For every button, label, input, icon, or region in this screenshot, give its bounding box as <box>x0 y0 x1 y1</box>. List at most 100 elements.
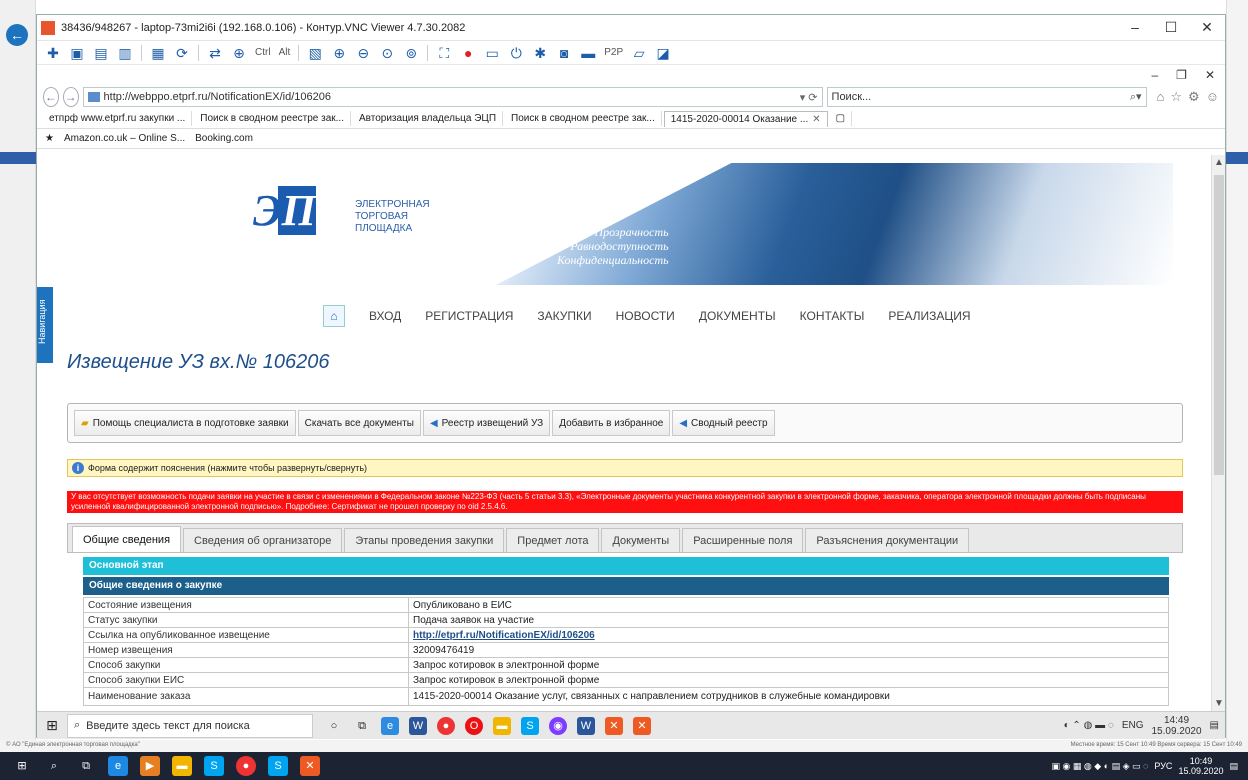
menu-item-news[interactable]: НОВОСТИ <box>616 309 675 323</box>
skype-app-icon[interactable]: S <box>204 756 224 776</box>
monitor-icon[interactable]: ▭ <box>482 44 502 62</box>
host-notifications-icon[interactable]: ▤ <box>1229 761 1238 772</box>
clipboard-icon[interactable]: ▦ <box>148 44 168 62</box>
browser-forward-icon[interactable]: → <box>62 87 79 107</box>
browser-tab[interactable]: Поиск в сводном реестре зак... <box>505 111 662 126</box>
minimize-icon[interactable]: – <box>1117 19 1153 36</box>
zoom-in-icon[interactable]: ⊕ <box>329 44 349 62</box>
skype-app-icon-2[interactable]: S <box>268 756 288 776</box>
globe-icon[interactable]: ⊕ <box>229 44 249 62</box>
chrome-app-icon[interactable]: ● <box>437 716 455 735</box>
menu-item-documents[interactable]: ДОКУМЕНТЫ <box>699 309 776 323</box>
scroll-thumb[interactable] <box>1214 175 1224 475</box>
back-arrow-icon[interactable]: ← <box>6 24 28 46</box>
alt-key-button[interactable]: Alt <box>277 44 293 62</box>
p2p-button[interactable]: P2P <box>602 44 625 62</box>
scroll-up-icon[interactable]: ▲ <box>1214 157 1224 168</box>
host-tray-icons[interactable]: ▣ ◉ ▦ ◍ ◆ ◐ ▤ ◈ ▭ ◌ <box>1052 761 1149 772</box>
info-icon[interactable]: ◪ <box>653 44 673 62</box>
task-view-icon[interactable]: ⧉ <box>353 717 371 735</box>
kontur-app-icon-2[interactable]: ✕ <box>633 716 651 735</box>
close-icon[interactable]: ✕ <box>1189 19 1225 36</box>
windows-start-icon[interactable]: ⊞ <box>12 756 32 776</box>
kontur-app-icon[interactable]: ✕ <box>605 716 623 735</box>
tab-documents[interactable]: Документы <box>601 528 681 552</box>
download-all-button[interactable]: Скачать все документы <box>297 410 421 436</box>
zoom-100-icon[interactable]: ⊙ <box>377 44 397 62</box>
side-navigation-tab[interactable]: Навигация <box>37 287 53 363</box>
language-indicator[interactable]: ENG <box>1122 720 1144 731</box>
browser-tab[interactable]: етпрф www.etprf.ru закупки ... <box>43 111 193 126</box>
browser-tab-active[interactable]: 1415-2020-00014 Оказание ... ✕ <box>663 110 828 127</box>
chrome-app-icon[interactable]: ● <box>236 756 256 776</box>
fullscreen-icon[interactable]: ⛶ <box>434 44 454 62</box>
ctrl-key-button[interactable]: Ctrl <box>253 44 273 62</box>
smiley-icon[interactable]: ☺ <box>1206 89 1219 105</box>
save-icon[interactable]: ▣ <box>67 44 87 62</box>
file-icon[interactable]: ▤ <box>91 44 111 62</box>
kontur-app-icon[interactable]: ✕ <box>300 756 320 776</box>
favorites-star-icon[interactable]: ☆ <box>1170 89 1182 105</box>
notifications-icon[interactable]: ▤ <box>1210 720 1219 731</box>
explorer-app-icon[interactable]: ▬ <box>493 716 511 735</box>
menu-item-registration[interactable]: РЕГИСТРАЦИЯ <box>425 309 513 323</box>
transfer-icon[interactable]: ⇄ <box>205 44 225 62</box>
tab-extended-fields[interactable]: Расширенные поля <box>682 528 804 552</box>
screen-icon[interactable]: ▧ <box>305 44 325 62</box>
tab-lot-subject[interactable]: Предмет лота <box>506 528 600 552</box>
explorer-app-icon[interactable]: ▬ <box>172 756 192 776</box>
etp-logo[interactable]: ЭП <box>253 185 316 236</box>
chat-icon[interactable]: ▬ <box>578 44 598 62</box>
settings-icon[interactable]: ✱ <box>530 44 550 62</box>
new-connection-icon[interactable]: ✚ <box>43 44 63 62</box>
browser-back-icon[interactable]: ← <box>43 87 59 107</box>
page-scrollbar[interactable]: ▲ ▼ <box>1211 155 1225 711</box>
viber-app-icon[interactable]: ◉ <box>549 716 567 735</box>
search-icon[interactable]: ⌕▾ <box>1130 90 1142 104</box>
power-icon[interactable]: ⏻ <box>506 44 526 62</box>
pen-icon[interactable]: ▱ <box>629 44 649 62</box>
record-icon[interactable]: ● <box>458 44 478 62</box>
browser-search-input[interactable]: Поиск... ⌕▾ <box>826 87 1147 107</box>
published-notice-link[interactable]: http://etprf.ru/NotificationEX/id/106206 <box>413 630 595 641</box>
host-clock[interactable]: 10:49 15.09.2020 <box>1178 756 1223 776</box>
search-icon[interactable]: ⌕ <box>44 756 64 776</box>
add-favorite-button[interactable]: Добавить в избранное <box>552 410 671 436</box>
tab-clarifications[interactable]: Разъяснения документации <box>805 528 970 552</box>
browser-tab[interactable]: Авторизация владельца ЭЦП <box>353 111 504 126</box>
browser-tab[interactable]: Поиск в сводном реестре зак... <box>194 111 351 126</box>
tab-general[interactable]: Общие сведения <box>72 526 182 552</box>
ie-app-icon[interactable]: e <box>381 716 399 735</box>
menu-item-purchases[interactable]: ЗАКУПКИ <box>537 309 591 323</box>
skype-app-icon[interactable]: S <box>521 716 539 735</box>
favorite-link[interactable]: Booking.com <box>195 133 253 144</box>
home-button[interactable]: ⌂ <box>323 305 345 327</box>
zoom-out-icon[interactable]: ⊖ <box>353 44 373 62</box>
task-view-icon[interactable]: ⧉ <box>76 756 96 776</box>
tab-close-icon[interactable]: ✕ <box>812 114 820 125</box>
tools-gear-icon[interactable]: ⚙ <box>1188 89 1200 105</box>
tray-icons[interactable]: ◐ ⌃ ◍ ▬ ◌ <box>1064 720 1114 731</box>
tab-stages[interactable]: Этапы проведения закупки <box>344 528 505 552</box>
clock[interactable]: 14:49 15.09.2020 <box>1151 715 1201 737</box>
document-icon[interactable]: ▥ <box>115 44 135 62</box>
tab-organizer[interactable]: Сведения об организаторе <box>183 528 343 552</box>
media-app-icon[interactable]: ▶ <box>140 756 160 776</box>
maximize-icon[interactable]: ☐ <box>1153 19 1189 36</box>
help-specialist-button[interactable]: ▰ Помощь специалиста в подготовке заявки <box>74 410 296 436</box>
reload-icon[interactable]: ▾ ⟳ <box>800 91 818 104</box>
ie-minimize-icon[interactable]: – <box>1151 68 1158 82</box>
address-bar[interactable]: http://webppo.etprf.ru/NotificationEX/id… <box>82 87 823 107</box>
edge-app-icon[interactable]: e <box>108 756 128 776</box>
word-app-icon[interactable]: W <box>409 716 427 735</box>
menu-item-login[interactable]: ВХОД <box>369 309 401 323</box>
registry-button[interactable]: ◀ Реестр извещений УЗ <box>422 410 551 436</box>
scroll-down-icon[interactable]: ▼ <box>1214 698 1224 709</box>
zoom-fit-icon[interactable]: ⊚ <box>401 44 421 62</box>
ie-restore-icon[interactable]: ❐ <box>1176 68 1187 82</box>
taskbar-search-input[interactable]: ⌕ Введите здесь текст для поиска <box>67 713 313 738</box>
explanation-toggle[interactable]: i Форма содержит пояснения (нажмите чтоб… <box>67 459 1183 477</box>
camera-icon[interactable]: ◙ <box>554 44 574 62</box>
menu-item-contacts[interactable]: КОНТАКТЫ <box>800 309 865 323</box>
ie-close-icon[interactable]: ✕ <box>1205 68 1215 82</box>
